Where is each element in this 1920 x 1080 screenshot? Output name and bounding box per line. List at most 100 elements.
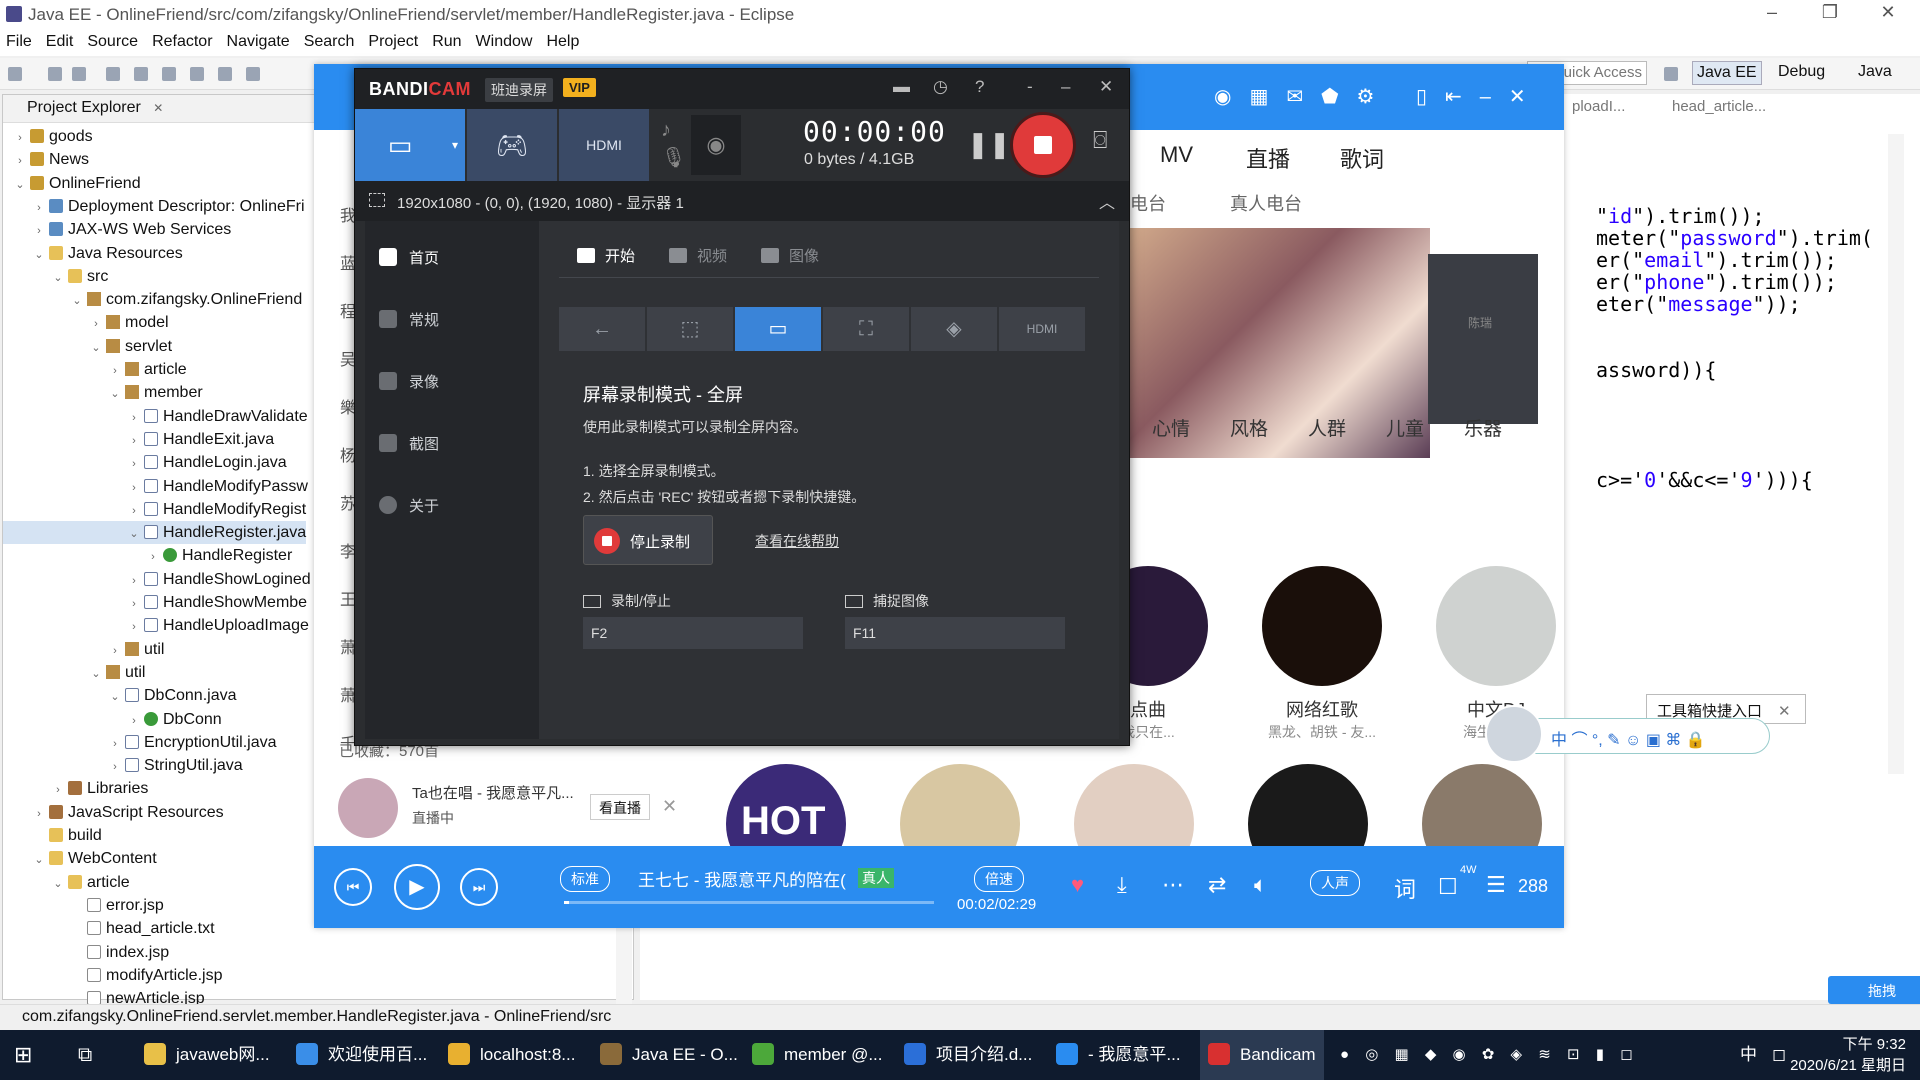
screenshot-icon[interactable]: ⌼ — [1093, 127, 1107, 155]
menu-search[interactable]: Search — [304, 30, 355, 54]
menu-navigate[interactable]: Navigate — [227, 30, 290, 54]
start-icon[interactable]: ⊞ — [14, 1030, 32, 1080]
tree-item[interactable]: › HandleLogin.java — [3, 451, 287, 474]
expand-toggle-icon[interactable]: › — [127, 710, 141, 733]
tree-item[interactable]: › model — [3, 311, 168, 336]
editor-tab-upload[interactable]: ploadI... — [1572, 98, 1625, 115]
hotkey-record-field[interactable]: F2 — [583, 617, 803, 649]
toolbox-close-icon[interactable]: ✕ — [1778, 703, 1791, 720]
expand-toggle-icon[interactable]: ⌄ — [51, 873, 65, 896]
stop-record-button[interactable] — [1010, 112, 1076, 178]
fullscreen-submode-icon[interactable]: ▭ — [735, 307, 821, 351]
playlist-cover[interactable] — [1436, 566, 1556, 686]
playlist-cover[interactable] — [1262, 566, 1382, 686]
tree-item[interactable]: › HandleDrawValidate — [3, 405, 308, 428]
tree-item[interactable]: index.jsp — [3, 941, 169, 964]
expand-toggle-icon[interactable]: ⌄ — [70, 290, 84, 313]
open-perspective-icon[interactable] — [1664, 67, 1678, 81]
folder-icon[interactable]: ▬ — [893, 77, 910, 97]
tree-item[interactable]: ⌄ OnlineFriend — [3, 172, 140, 195]
tree-item[interactable]: › util — [3, 638, 164, 661]
taskbar-app[interactable]: localhost:8... — [440, 1030, 583, 1080]
close-view-icon[interactable]: ✕ — [153, 101, 163, 115]
tree-item[interactable]: › HandleModifyRegist — [3, 498, 306, 521]
nav-video[interactable]: 录像 — [379, 371, 439, 392]
expand-toggle-icon[interactable]: › — [108, 640, 122, 663]
tree-item[interactable]: › JavaScript Resources — [3, 801, 223, 826]
playlist-title[interactable]: 网络红歌 — [1252, 696, 1392, 722]
expand-toggle-icon[interactable]: ⌄ — [32, 849, 46, 872]
expand-toggle-icon[interactable]: › — [146, 546, 160, 569]
banner-side[interactable]: 陈瑞 — [1428, 254, 1538, 424]
expand-toggle-icon[interactable]: › — [127, 453, 141, 476]
hdmi-submode-icon[interactable]: HDMI — [999, 307, 1085, 351]
menu-run[interactable]: Run — [432, 30, 461, 54]
perspective-java-ee[interactable]: Java EE — [1692, 61, 1762, 85]
expand-toggle-icon[interactable]: › — [32, 197, 46, 220]
expand-toggle-icon[interactable]: › — [32, 220, 46, 243]
volume-icon[interactable]: 🔈︎ — [1254, 872, 1267, 898]
download-icon[interactable]: ⤓ — [1117, 872, 1127, 898]
perspective-java[interactable]: Java — [1858, 63, 1892, 81]
expand-toggle-icon[interactable]: › — [32, 803, 46, 826]
menu-help[interactable]: Help — [546, 30, 579, 54]
vip-badge[interactable]: VIP — [563, 78, 596, 97]
back-arrow-icon[interactable]: ← — [559, 307, 645, 351]
category-tab[interactable]: 心情 — [1152, 414, 1190, 441]
nav-home[interactable]: 首页 — [379, 247, 439, 268]
music-tab-lyrics[interactable]: 歌词 — [1340, 142, 1384, 174]
tree-item[interactable]: ⌄ com.zifangsky.OnlineFriend — [3, 288, 302, 311]
mode-dropdown-icon[interactable]: ▾ — [445, 109, 465, 181]
minimize-button[interactable]: – — [1752, 2, 1792, 23]
tree-item[interactable]: › JAX-WS Web Services — [3, 218, 231, 241]
category-tab[interactable]: 风格 — [1230, 414, 1268, 441]
tree-item[interactable]: modifyArticle.jsp — [3, 964, 222, 987]
menu-window[interactable]: Window — [476, 30, 533, 54]
tree-item[interactable]: ⌄ HandleRegister.java — [3, 521, 307, 545]
music-subtab-radio[interactable]: 电台 — [1130, 190, 1166, 216]
expand-toggle-icon[interactable]: › — [51, 779, 65, 802]
minimize-to-tray-icon[interactable]: ‐ — [1027, 77, 1033, 97]
tab-image[interactable]: 图像 — [761, 245, 819, 266]
tree-item[interactable]: › Deployment Descriptor: OnlineFri — [3, 195, 304, 220]
ime-avatar[interactable] — [1485, 705, 1543, 763]
more-icon[interactable]: ⋯ — [1162, 872, 1184, 898]
taskbar-app[interactable]: member @... — [744, 1030, 891, 1080]
mic-icon[interactable]: 🎙︎ — [661, 145, 686, 170]
nav-about[interactable]: 关于 — [379, 495, 439, 516]
clock[interactable]: 下午 9:32 2020/6/21 星期日 — [1790, 1034, 1906, 1076]
resume-icon[interactable] — [162, 67, 176, 81]
capture-area-bar[interactable]: 1920x1080 - (0, 0), (1920, 1080) - 显示器 1… — [355, 181, 1129, 221]
tree-item[interactable]: › News — [3, 148, 89, 171]
save-all-icon[interactable] — [72, 67, 86, 81]
help-icon[interactable]: ? — [975, 77, 984, 97]
category-tab[interactable]: 儿童 — [1386, 414, 1424, 441]
tree-item[interactable]: › HandleRegister — [3, 544, 292, 567]
new-icon[interactable] — [8, 67, 22, 81]
fullscreen-mode-icon[interactable]: ▭ — [355, 109, 445, 181]
taskbar-app[interactable]: Bandicam — [1200, 1030, 1324, 1080]
tree-item[interactable]: ⌄ DbConn.java — [3, 684, 236, 707]
live-avatar[interactable] — [338, 778, 398, 838]
tree-item[interactable]: ⌄ servlet — [3, 335, 172, 358]
stop-recording-button[interactable]: 停止录制 — [583, 515, 713, 565]
music-tab-live[interactable]: 直播 — [1246, 142, 1290, 174]
menu-source[interactable]: Source — [87, 30, 138, 54]
music-header-icons[interactable]: ◉▦✉⬟⚙ ▯⇤–✕ — [1214, 84, 1544, 109]
save-icon[interactable] — [48, 67, 62, 81]
bandicam-minimize-icon[interactable]: – — [1061, 77, 1070, 97]
expand-toggle-icon[interactable]: › — [89, 313, 103, 336]
game-mode-icon[interactable]: 🎮︎ — [467, 109, 557, 181]
hdmi-mode-icon[interactable]: HDMI — [559, 109, 649, 181]
suspend-icon[interactable] — [190, 67, 204, 81]
pause-icon[interactable]: ❚❚ — [967, 129, 1011, 160]
taskbar-app[interactable]: 欢迎使用百... — [288, 1030, 435, 1080]
tree-item[interactable]: ⌄ WebContent — [3, 847, 156, 872]
menu-edit[interactable]: Edit — [46, 30, 74, 54]
menu-project[interactable]: Project — [368, 30, 418, 54]
webcam-icon[interactable]: ◉ — [691, 115, 741, 175]
expand-toggle-icon[interactable]: › — [127, 430, 141, 453]
expand-toggle-icon[interactable]: › — [13, 150, 27, 173]
rectangle-mode-icon[interactable]: ⬚ — [647, 307, 733, 351]
lyrics-button[interactable]: 词 — [1394, 872, 1416, 904]
